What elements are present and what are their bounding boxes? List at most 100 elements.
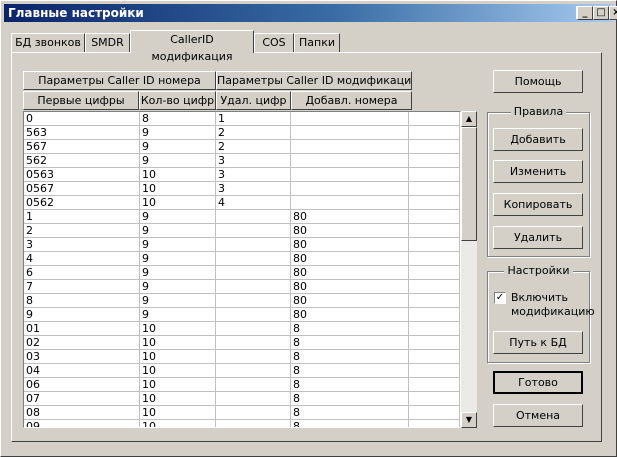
table-cell[interactable]: 80 [291, 252, 409, 266]
table-cell[interactable]: 10 [140, 378, 216, 392]
table-row[interactable]: 7 9 80 [24, 280, 460, 294]
table-cell[interactable]: 04 [24, 364, 140, 378]
table-row[interactable]: 6 9 80 [24, 266, 460, 280]
table-cell[interactable] [216, 280, 291, 294]
table-cell[interactable]: 562 [24, 154, 140, 168]
table-cell[interactable]: 9 [140, 308, 216, 322]
table-cell[interactable] [216, 378, 291, 392]
table-cell[interactable] [291, 112, 409, 126]
table-cell[interactable] [216, 406, 291, 420]
table-cell[interactable]: 9 [140, 294, 216, 308]
table-cell[interactable] [216, 364, 291, 378]
table-row[interactable]: 07 10 8 [24, 392, 460, 406]
table-cell[interactable] [291, 182, 409, 196]
table-cell[interactable] [409, 224, 460, 238]
table-cell[interactable]: 9 [140, 140, 216, 154]
rules-table[interactable]: 0 8 1 563 9 2 567 9 2 562 9 3 0563 10 3 0567 10 3 0562 10 4 1… [23, 111, 461, 428]
table-cell[interactable]: 3 [216, 182, 291, 196]
table-cell[interactable]: 8 [291, 322, 409, 336]
table-row[interactable]: 1 9 80 [24, 210, 460, 224]
column-digit-count[interactable]: Кол-во цифр [139, 91, 216, 110]
table-cell[interactable]: 10 [140, 196, 216, 210]
tab-folders[interactable]: Папки [294, 33, 340, 52]
table-row[interactable]: 563 9 2 [24, 126, 460, 140]
table-row[interactable]: 9 9 80 [24, 308, 460, 322]
table-cell[interactable]: 9 [140, 210, 216, 224]
table-cell[interactable] [409, 210, 460, 224]
table-cell[interactable]: 7 [24, 280, 140, 294]
table-cell[interactable]: 9 [140, 154, 216, 168]
table-cell[interactable] [216, 308, 291, 322]
tab-smdr[interactable]: SMDR [85, 33, 130, 52]
table-cell[interactable]: 3 [216, 154, 291, 168]
table-cell[interactable] [409, 350, 460, 364]
table-cell[interactable]: 10 [140, 182, 216, 196]
table-row[interactable]: 3 9 80 [24, 238, 460, 252]
table-cell[interactable]: 0 [24, 112, 140, 126]
table-cell[interactable] [409, 154, 460, 168]
table-cell[interactable]: 07 [24, 392, 140, 406]
table-cell[interactable]: 10 [140, 336, 216, 350]
table-cell[interactable] [409, 126, 460, 140]
tab-cos[interactable]: COS [254, 33, 294, 52]
table-cell[interactable]: 9 [140, 224, 216, 238]
table-cell[interactable] [409, 364, 460, 378]
table-cell[interactable]: 4 [216, 196, 291, 210]
table-row[interactable]: 567 9 2 [24, 140, 460, 154]
table-cell[interactable]: 9 [24, 308, 140, 322]
table-cell[interactable]: 80 [291, 238, 409, 252]
table-row[interactable]: 09 10 8 [24, 420, 460, 427]
table-cell[interactable]: 03 [24, 350, 140, 364]
table-cell[interactable]: 9 [140, 238, 216, 252]
table-cell[interactable]: 02 [24, 336, 140, 350]
table-row[interactable]: 06 10 8 [24, 378, 460, 392]
table-cell[interactable]: 0562 [24, 196, 140, 210]
table-cell[interactable] [409, 112, 460, 126]
tab-callerid-modification[interactable]: CallerID модификация [130, 30, 254, 63]
table-cell[interactable]: 10 [140, 168, 216, 182]
table-cell[interactable]: 567 [24, 140, 140, 154]
table-cell[interactable]: 80 [291, 266, 409, 280]
table-cell[interactable]: 2 [216, 140, 291, 154]
table-row[interactable]: 562 9 3 [24, 154, 460, 168]
scroll-up-icon[interactable]: ▲ [461, 111, 477, 127]
table-cell[interactable] [216, 350, 291, 364]
table-cell[interactable]: 9 [140, 280, 216, 294]
db-path-button[interactable]: Путь к БД [493, 331, 583, 354]
table-cell[interactable]: 1 [24, 210, 140, 224]
table-cell[interactable] [409, 406, 460, 420]
vertical-scrollbar[interactable]: ▲ ▼ [461, 111, 477, 428]
scroll-thumb[interactable] [461, 127, 477, 241]
close-button[interactable]: × [609, 6, 617, 20]
table-cell[interactable]: 4 [24, 252, 140, 266]
table-cell[interactable] [291, 126, 409, 140]
enable-modification-label[interactable]: Включить модификацию [511, 291, 595, 319]
add-button[interactable]: Добавить [493, 128, 583, 151]
table-cell[interactable] [409, 196, 460, 210]
table-row[interactable]: 4 9 80 [24, 252, 460, 266]
table-cell[interactable]: 2 [216, 126, 291, 140]
table-cell[interactable]: 10 [140, 392, 216, 406]
table-cell[interactable]: 8 [291, 392, 409, 406]
help-button[interactable]: Помощь [493, 70, 583, 93]
copy-button[interactable]: Копировать [493, 193, 583, 216]
table-cell[interactable]: 563 [24, 126, 140, 140]
table-cell[interactable]: 9 [140, 252, 216, 266]
table-cell[interactable]: 80 [291, 308, 409, 322]
table-cell[interactable] [216, 266, 291, 280]
table-row[interactable]: 2 9 80 [24, 224, 460, 238]
table-cell[interactable] [409, 266, 460, 280]
table-cell[interactable]: 9 [140, 266, 216, 280]
table-cell[interactable]: 8 [291, 378, 409, 392]
table-cell[interactable] [409, 420, 460, 427]
table-cell[interactable] [216, 336, 291, 350]
table-cell[interactable] [409, 308, 460, 322]
maximize-button[interactable]: □ [593, 6, 609, 20]
table-cell[interactable]: 10 [140, 420, 216, 427]
table-cell[interactable] [216, 238, 291, 252]
table-cell[interactable] [216, 224, 291, 238]
table-cell[interactable] [409, 238, 460, 252]
table-cell[interactable] [409, 336, 460, 350]
table-cell[interactable]: 80 [291, 210, 409, 224]
table-cell[interactable]: 3 [216, 168, 291, 182]
